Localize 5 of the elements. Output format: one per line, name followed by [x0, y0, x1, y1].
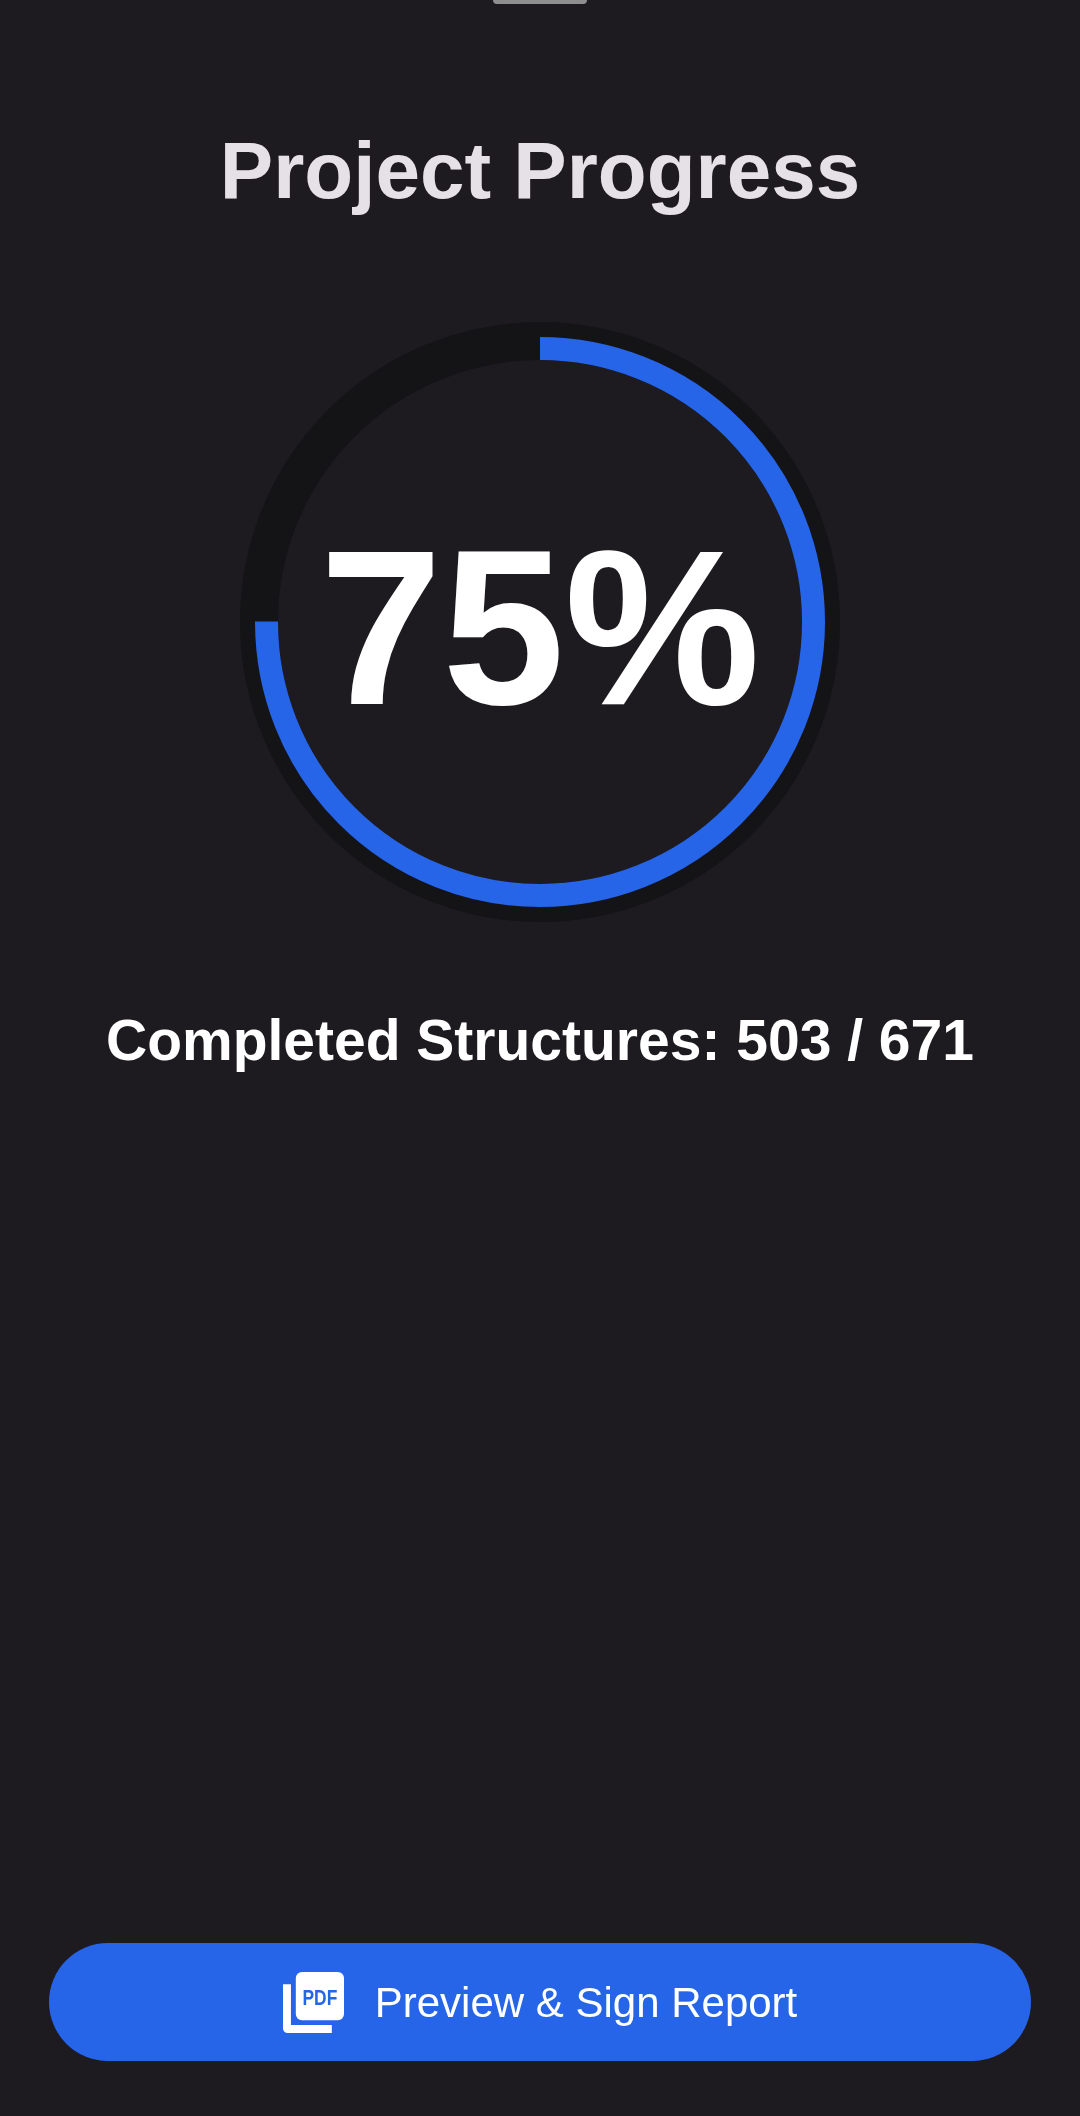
- progress-percent: 75%: [319, 518, 761, 738]
- drag-handle[interactable]: [493, 0, 587, 4]
- page-title: Project Progress: [219, 125, 861, 217]
- completed-structures-text: Completed Structures: 503 / 671: [106, 1007, 974, 1074]
- preview-sign-report-button[interactable]: PDF Preview & Sign Report: [49, 1943, 1031, 2061]
